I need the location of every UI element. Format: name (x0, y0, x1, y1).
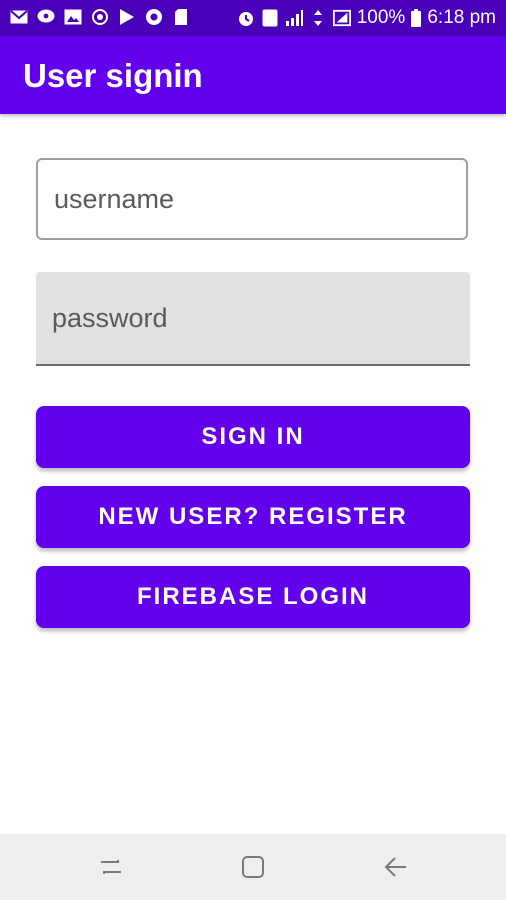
status-bar: 100% 6:18 pm (0, 0, 506, 36)
notification-icons (10, 7, 190, 27)
back-icon[interactable] (380, 852, 410, 882)
chrome-icon (145, 7, 163, 27)
signin-screen: 100% 6:18 pm User signin SIGN IN NEW USE… (0, 0, 506, 900)
home-icon[interactable] (238, 852, 268, 882)
register-button[interactable]: NEW USER? REGISTER (36, 486, 470, 548)
sim-2-icon (261, 8, 279, 28)
signal-box-icon (332, 8, 351, 28)
play-store-icon (118, 7, 136, 27)
battery-icon (411, 8, 422, 28)
navigation-bar (0, 834, 506, 900)
username-field[interactable] (36, 158, 468, 240)
data-icon (309, 8, 327, 28)
page-title: User signin (23, 57, 203, 94)
recent-apps-icon[interactable] (96, 852, 126, 882)
username-input[interactable] (54, 160, 454, 238)
firebase-login-button[interactable]: FIREBASE LOGIN (36, 566, 470, 628)
sync-icon (91, 7, 109, 27)
system-status: 100% 6:18 pm (237, 5, 496, 31)
app-bar: User signin (0, 36, 506, 114)
password-field[interactable] (36, 272, 470, 366)
signal-icon (285, 8, 303, 28)
chat-bubble-icon (37, 7, 55, 27)
mail-icon (10, 7, 28, 27)
clock: 6:18 pm (427, 7, 496, 28)
image-icon (64, 7, 82, 27)
sd-card-icon (172, 7, 190, 27)
battery-percent: 100% (356, 7, 406, 28)
password-input[interactable] (52, 272, 452, 364)
sign-in-button[interactable]: SIGN IN (36, 406, 470, 468)
alarm-icon (237, 8, 255, 28)
